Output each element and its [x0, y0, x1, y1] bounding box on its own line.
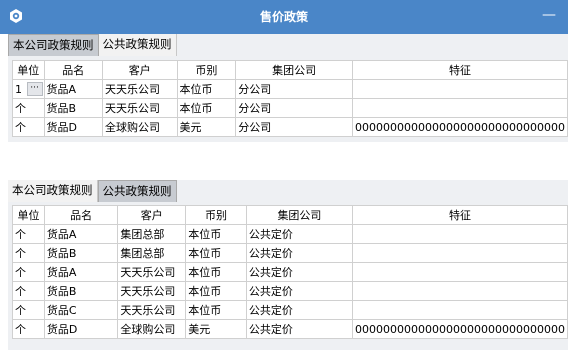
- cell-customer[interactable]: 天天乐公司: [117, 300, 187, 320]
- grid-header-row: 单位 品名 客户 币别 集团公司 特征: [12, 205, 568, 225]
- cell-currency[interactable]: 本位币: [185, 243, 247, 263]
- unit-value[interactable]: 1: [15, 83, 22, 96]
- table-row[interactable]: 个 货品B 天天乐公司 本位币 公共定价: [12, 281, 568, 301]
- cell-feature[interactable]: [352, 300, 568, 320]
- public-policy-grid: 单位 品名 客户 币别 集团公司 特征 个 货品A 集团总部 本位币 公共定价 …: [12, 205, 568, 339]
- ellipsis-button[interactable]: ···: [26, 82, 43, 96]
- cell-group[interactable]: 公共定价: [245, 319, 354, 339]
- column-header-unit[interactable]: 单位: [12, 60, 45, 80]
- public-policy-panel: 本公司政策规则 公共政策规则 单位 品名 客户 币别 集团公司 特征 个 货品A…: [8, 180, 568, 350]
- cell-customer[interactable]: 集团总部: [117, 243, 187, 263]
- title-bar: 售价政策 —: [0, 0, 568, 34]
- cell-name[interactable]: 货品B: [43, 281, 119, 301]
- cell-unit[interactable]: 个: [12, 319, 45, 339]
- cell-group[interactable]: 公共定价: [245, 300, 354, 320]
- cell-feature[interactable]: [352, 262, 568, 282]
- cell-currency[interactable]: 本位币: [185, 224, 247, 244]
- cell-currency[interactable]: 美元: [185, 319, 247, 339]
- cell-customer[interactable]: 全球购公司: [117, 319, 187, 339]
- column-header-customer[interactable]: 客户: [117, 205, 187, 225]
- cell-group[interactable]: 分公司: [235, 117, 354, 137]
- table-row[interactable]: 个 货品A 天天乐公司 本位币 公共定价: [12, 262, 568, 282]
- table-row[interactable]: 个 货品B 天天乐公司 本位币 分公司: [12, 98, 568, 118]
- table-row[interactable]: 个 货品B 集团总部 本位币 公共定价: [12, 243, 568, 263]
- cell-group[interactable]: 公共定价: [245, 243, 354, 263]
- minimize-button[interactable]: —: [540, 6, 558, 24]
- company-policy-panel: 本公司政策规则 公共政策规则 单位 品名 客户 币别 集团公司 特征 1 ···…: [8, 34, 568, 142]
- column-header-name[interactable]: 品名: [43, 60, 104, 80]
- cell-group[interactable]: 公共定价: [245, 262, 354, 282]
- panel1-tabs: 本公司政策规则 公共政策规则: [8, 34, 177, 56]
- table-row[interactable]: 个 货品D 全球购公司 美元 公共定价 00000000000000000000…: [12, 319, 568, 339]
- cell-name[interactable]: 货品A: [43, 79, 104, 99]
- table-row[interactable]: 1 ··· 货品A 天天乐公司 本位币 分公司: [12, 79, 568, 99]
- column-header-feature[interactable]: 特征: [352, 205, 568, 225]
- cell-unit[interactable]: 个: [12, 262, 45, 282]
- cell-currency[interactable]: 本位币: [185, 300, 247, 320]
- cell-group[interactable]: 公共定价: [245, 224, 354, 244]
- cell-customer[interactable]: 天天乐公司: [117, 281, 187, 301]
- cell-unit[interactable]: 个: [12, 224, 45, 244]
- cell-name[interactable]: 货品D: [43, 117, 104, 137]
- cell-group[interactable]: 分公司: [235, 98, 354, 118]
- cell-feature[interactable]: 000000000000000000000000000000: [352, 117, 568, 137]
- cell-feature[interactable]: [352, 98, 568, 118]
- column-header-currency[interactable]: 币别: [176, 60, 237, 80]
- cell-unit[interactable]: 个: [12, 281, 45, 301]
- table-row[interactable]: 个 货品A 集团总部 本位币 公共定价: [12, 224, 568, 244]
- table-row[interactable]: 个 货品D 全球购公司 美元 分公司 000000000000000000000…: [12, 117, 568, 137]
- column-header-group[interactable]: 集团公司: [245, 205, 354, 225]
- cell-customer[interactable]: 集团总部: [117, 224, 187, 244]
- cell-unit[interactable]: 个: [12, 117, 45, 137]
- cell-currency[interactable]: 本位币: [185, 262, 247, 282]
- column-header-group[interactable]: 集团公司: [235, 60, 354, 80]
- cell-unit[interactable]: 个: [12, 98, 45, 118]
- cell-name[interactable]: 货品A: [43, 262, 119, 282]
- cell-name[interactable]: 货品C: [43, 300, 119, 320]
- window-title: 售价政策: [259, 10, 308, 24]
- cell-feature[interactable]: [352, 243, 568, 263]
- tab-public-policy[interactable]: 公共政策规则: [97, 180, 177, 202]
- cell-customer[interactable]: 天天乐公司: [117, 262, 187, 282]
- cell-feature[interactable]: [352, 224, 568, 244]
- cell-customer[interactable]: 天天乐公司: [102, 79, 178, 99]
- cell-customer[interactable]: 天天乐公司: [102, 98, 178, 118]
- cell-name[interactable]: 货品D: [43, 319, 119, 339]
- table-row[interactable]: 个 货品C 天天乐公司 本位币 公共定价: [12, 300, 568, 320]
- column-header-name[interactable]: 品名: [43, 205, 119, 225]
- cell-group[interactable]: 公共定价: [245, 281, 354, 301]
- cell-currency[interactable]: 本位币: [176, 98, 237, 118]
- cell-name[interactable]: 货品B: [43, 98, 104, 118]
- cell-unit[interactable]: 个: [12, 243, 45, 263]
- cell-feature[interactable]: [352, 79, 568, 99]
- cell-feature[interactable]: 000000000000000000000000000000: [352, 319, 568, 339]
- cell-feature[interactable]: [352, 281, 568, 301]
- tab-company-policy[interactable]: 本公司政策规则: [8, 34, 99, 56]
- grid-header-row: 单位 品名 客户 币别 集团公司 特征: [12, 60, 568, 80]
- cell-currency[interactable]: 本位币: [185, 281, 247, 301]
- cell-unit[interactable]: 1 ···: [12, 79, 45, 99]
- cell-group[interactable]: 分公司: [235, 79, 354, 99]
- cell-name[interactable]: 货品A: [43, 224, 119, 244]
- cell-currency[interactable]: 美元: [176, 117, 237, 137]
- panel2-tabs: 本公司政策规则 公共政策规则: [8, 180, 177, 202]
- company-policy-grid: 单位 品名 客户 币别 集团公司 特征 1 ··· 货品A 天天乐公司 本位币 …: [12, 60, 568, 137]
- column-header-customer[interactable]: 客户: [102, 60, 178, 80]
- tab-company-policy[interactable]: 本公司政策规则: [8, 180, 98, 202]
- cell-name[interactable]: 货品B: [43, 243, 119, 263]
- cell-customer[interactable]: 全球购公司: [102, 117, 178, 137]
- column-header-feature[interactable]: 特征: [352, 60, 568, 80]
- cell-unit[interactable]: 个: [12, 300, 45, 320]
- column-header-currency[interactable]: 币别: [185, 205, 247, 225]
- column-header-unit[interactable]: 单位: [12, 205, 45, 225]
- tab-public-policy[interactable]: 公共政策规则: [98, 34, 177, 56]
- cell-currency[interactable]: 本位币: [176, 79, 237, 99]
